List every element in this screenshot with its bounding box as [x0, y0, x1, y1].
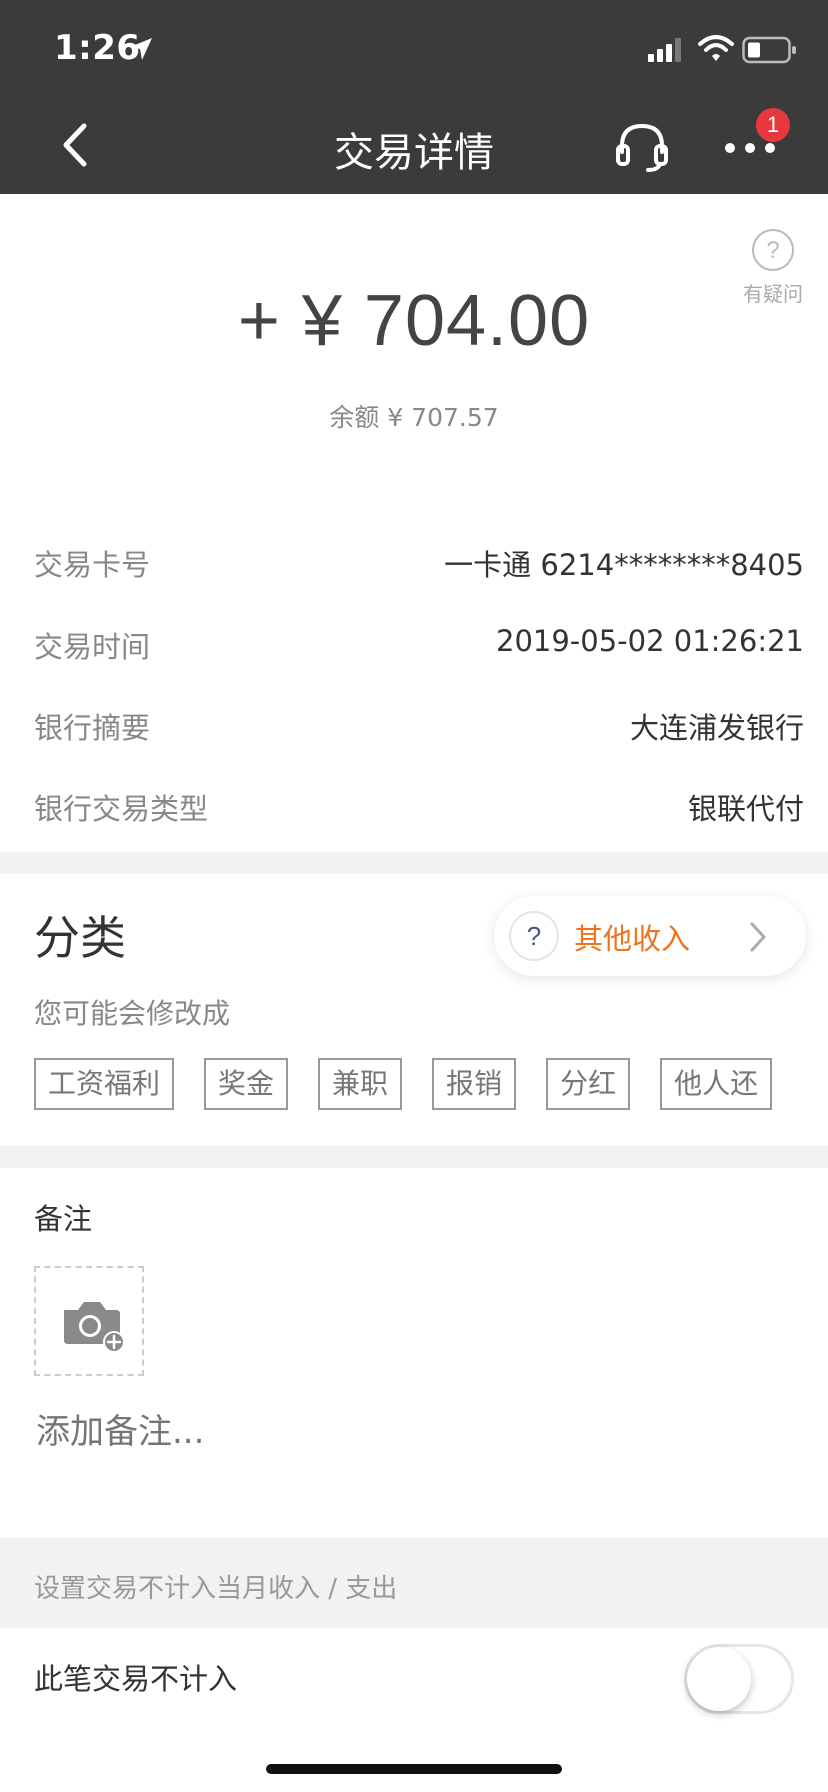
detail-label: 交易时间	[34, 630, 151, 664]
chevron-right-icon	[750, 922, 766, 952]
status-bar: 1:26	[0, 0, 828, 96]
question-icon: ?	[509, 911, 559, 961]
detail-value: 银联代付	[687, 792, 804, 826]
detail-value: 大连浦发银行	[629, 711, 804, 745]
home-indicator	[266, 1764, 562, 1774]
account-balance: 余额 ¥ 707.57	[329, 403, 499, 432]
category-tag[interactable]: 兼职	[318, 1058, 403, 1110]
detail-label: 银行摘要	[34, 711, 151, 745]
exclude-toggle-label: 此笔交易不计入	[34, 1662, 238, 1696]
note-title: 备注	[34, 1202, 93, 1236]
camera-add-icon	[64, 1302, 125, 1353]
page-title: 交易详情	[334, 130, 494, 176]
add-photo-button[interactable]	[34, 1266, 144, 1376]
detail-row: 银行交易类型 银联代付	[0, 766, 828, 846]
exclude-section-label: 设置交易不计入当月收入 / 支出	[34, 1574, 398, 1604]
category-selector[interactable]: ? 其他收入	[494, 896, 806, 976]
category-tag[interactable]: 分红	[546, 1058, 631, 1110]
detail-label: 交易卡号	[34, 548, 151, 582]
category-suggestions: 工资福利 奖金 兼职 报销 分红 他人还	[34, 1058, 828, 1112]
detail-value: 一卡通 6214********8405	[444, 548, 804, 582]
category-tag[interactable]: 他人还	[660, 1058, 773, 1110]
signal-icon	[648, 38, 681, 62]
top-bar: 1:26 交易详情 1	[0, 0, 828, 194]
battery-icon	[742, 36, 796, 64]
exclude-section: 此笔交易不计入	[0, 1628, 828, 1792]
nav-bar: 交易详情 1	[0, 96, 828, 194]
question-icon: ?	[752, 229, 794, 271]
wifi-icon	[698, 35, 734, 61]
headset-icon[interactable]	[614, 118, 670, 174]
note-section: 备注	[0, 1168, 828, 1538]
detail-value: 2019-05-02 01:26:21	[496, 624, 804, 658]
transaction-summary: ? 有疑问 + ¥ 704.00 余额 ¥ 707.57 交易卡号 一卡通 62…	[0, 194, 828, 852]
category-section: 分类 ? 其他收入 您可能会修改成 工资福利 奖金 兼职 报销 分红 他人还	[0, 874, 828, 1146]
category-title: 分类	[34, 911, 126, 965]
detail-row: 交易卡号 一卡通 6214********8405	[0, 522, 828, 602]
exclude-toggle[interactable]	[684, 1644, 794, 1714]
category-tag[interactable]: 工资福利	[34, 1058, 175, 1110]
detail-row: 交易时间 2019-05-02 01:26:21	[0, 604, 828, 684]
transaction-amount: + ¥ 704.00	[237, 281, 591, 361]
category-tag[interactable]: 奖金	[204, 1058, 289, 1110]
note-input[interactable]	[36, 1412, 736, 1452]
toggle-knob	[687, 1647, 751, 1711]
category-value: 其他收入	[574, 922, 691, 956]
category-hint: 您可能会修改成	[34, 997, 231, 1030]
svg-text:?: ?	[766, 237, 779, 264]
detail-label: 银行交易类型	[34, 792, 209, 826]
svg-text:?: ?	[527, 921, 541, 951]
location-arrow-icon	[130, 38, 152, 60]
detail-row: 银行摘要 大连浦发银行	[0, 685, 828, 765]
category-tag[interactable]: 报销	[432, 1058, 517, 1110]
notification-badge: 1	[756, 108, 790, 142]
